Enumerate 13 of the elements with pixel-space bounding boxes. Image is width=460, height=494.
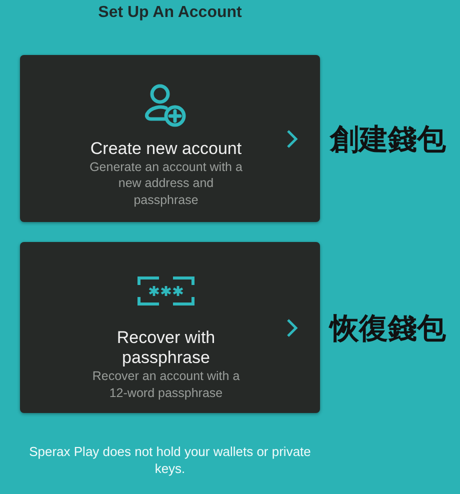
option-title: Create new account (89, 138, 243, 159)
disclaimer-text: Sperax Play does not hold your wallets or private keys. (28, 443, 312, 477)
option-description: Recover an account with a 12-word passphrase (91, 368, 241, 401)
annotation-label: 創建錢包 (330, 122, 446, 156)
option-description: Generate an account with a new address and passphrase (88, 158, 244, 208)
chevron-right-icon (286, 128, 298, 148)
option-card[interactable]: Recover with passphrase Recover an account with a 12-word passphrase (20, 242, 320, 413)
option-title: Recover with passphrase (116, 328, 216, 368)
option-card[interactable]: Create new account Generate an account with a new address and passphrase (20, 55, 320, 222)
page-title: Set Up An Account (97, 4, 243, 22)
chevron-right-icon (286, 318, 298, 338)
annotation-label: 恢復錢包 (330, 310, 446, 344)
passphrase-icon (137, 276, 195, 306)
